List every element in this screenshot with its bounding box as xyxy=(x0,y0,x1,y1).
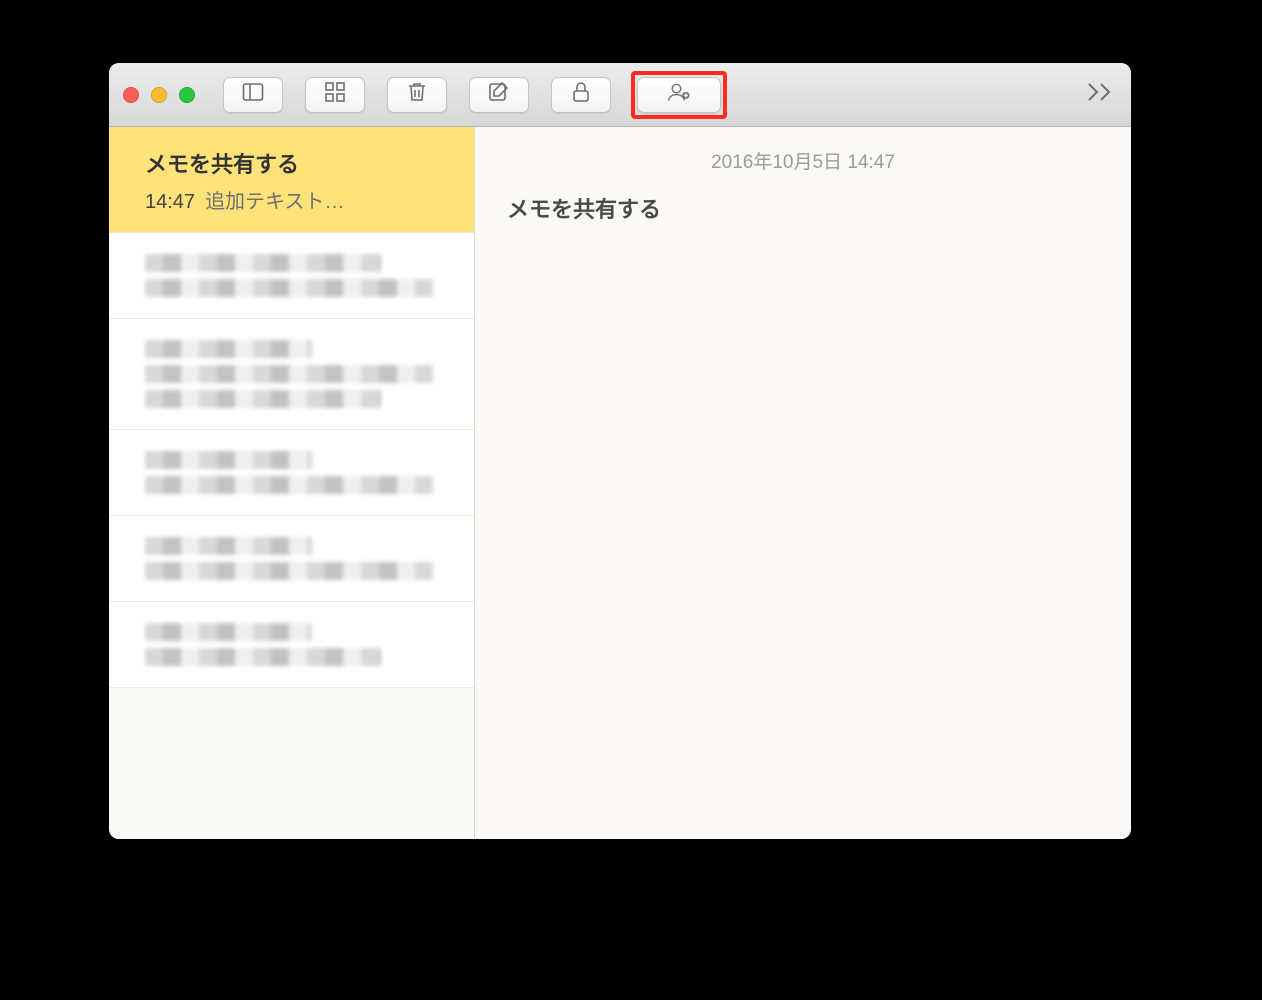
add-person-icon xyxy=(667,80,691,109)
lock-note-button[interactable] xyxy=(551,77,611,113)
minimize-window-button[interactable] xyxy=(151,87,167,103)
app-window: メモを共有する 14:47 追加テキスト… xyxy=(109,63,1131,839)
grid-view-button[interactable] xyxy=(305,77,365,113)
chevron-double-right-icon xyxy=(1085,82,1117,107)
zoom-window-button[interactable] xyxy=(179,87,195,103)
note-preview: 追加テキスト… xyxy=(205,191,344,213)
new-note-button[interactable] xyxy=(469,77,529,113)
toolbar-overflow-button[interactable] xyxy=(1085,82,1117,107)
list-item[interactable] xyxy=(109,233,474,319)
notes-list: メモを共有する 14:47 追加テキスト… xyxy=(109,127,475,839)
note-heading: メモを共有する xyxy=(507,192,1099,224)
content-split: メモを共有する 14:47 追加テキスト… xyxy=(109,127,1131,839)
share-note-button[interactable] xyxy=(637,77,721,113)
close-window-button[interactable] xyxy=(123,87,139,103)
window-controls xyxy=(123,87,195,103)
note-subtitle: 14:47 追加テキスト… xyxy=(145,185,448,214)
toggle-sidebar-button[interactable] xyxy=(223,77,283,113)
note-time: 14:47 xyxy=(145,191,195,213)
tutorial-highlight-box xyxy=(631,71,727,119)
list-item[interactable] xyxy=(109,516,474,602)
delete-note-button[interactable] xyxy=(387,77,447,113)
toolbar xyxy=(109,63,1131,127)
grid-icon xyxy=(323,80,347,109)
note-timestamp: 2016年10月5日 14:47 xyxy=(507,147,1099,174)
note-editor[interactable]: 2016年10月5日 14:47 メモを共有する xyxy=(475,127,1131,839)
sidebar-toggle-icon xyxy=(241,80,265,109)
list-item[interactable] xyxy=(109,602,474,688)
compose-icon xyxy=(487,80,511,109)
trash-icon xyxy=(405,80,429,109)
list-item[interactable] xyxy=(109,319,474,430)
lock-icon xyxy=(569,80,593,109)
note-title: メモを共有する xyxy=(145,147,448,179)
list-item[interactable]: メモを共有する 14:47 追加テキスト… xyxy=(109,127,474,233)
list-item[interactable] xyxy=(109,430,474,516)
